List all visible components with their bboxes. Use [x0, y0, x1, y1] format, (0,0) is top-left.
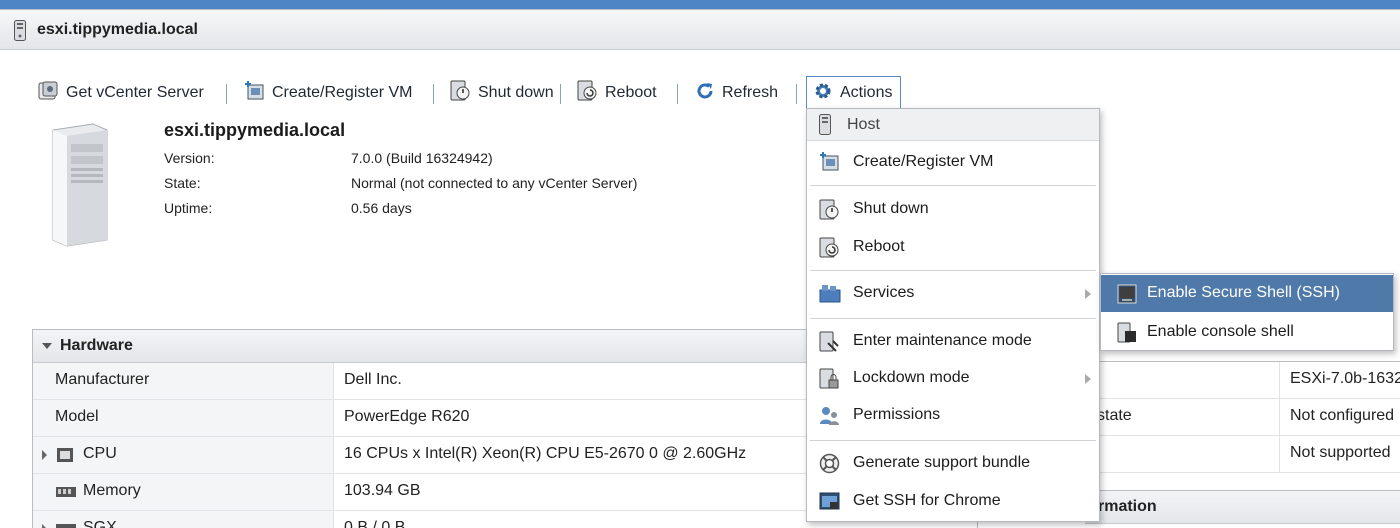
- gear-icon: [813, 81, 833, 106]
- expand-triangle-icon[interactable]: [42, 524, 47, 528]
- menu-header-host: Host: [807, 109, 1099, 141]
- memory-icon: [56, 485, 76, 504]
- actions-menu: Host Create/Register VM Shut down Reboot…: [806, 108, 1100, 522]
- panel-header[interactable]: rmation: [1085, 491, 1400, 524]
- refresh-button[interactable]: Refresh: [695, 76, 778, 110]
- refresh-icon: [695, 81, 715, 106]
- create-register-vm-button[interactable]: Create/Register VM: [244, 76, 413, 110]
- row-value: Dell Inc.: [344, 371, 402, 388]
- row-value: 16 CPUs x Intel(R) Xeon(R) CPU E5-2670 0…: [344, 445, 747, 462]
- maintenance-icon: [819, 331, 840, 357]
- menu-separator: [810, 185, 1096, 186]
- menu-separator: [810, 270, 1096, 271]
- server-tower-image: [45, 122, 111, 252]
- table-row: state Not configured: [1085, 399, 1400, 436]
- ssh-terminal-icon: [1117, 284, 1137, 309]
- top-accent-strip: [0, 0, 1400, 9]
- actions-button[interactable]: Actions: [806, 76, 902, 110]
- window-title: esxi.tippymedia.local: [37, 21, 198, 38]
- menu-item-reboot[interactable]: Reboot: [807, 229, 1099, 265]
- row-value: 0 B / 0 B: [344, 519, 406, 528]
- state-label: State:: [164, 175, 201, 191]
- table-row: Not supported: [1085, 436, 1400, 473]
- lifebuoy-icon: [819, 453, 840, 479]
- row-value: Not configured: [1290, 407, 1395, 424]
- menu-separator: [810, 318, 1096, 319]
- menu-item-lockdown-mode[interactable]: Lockdown mode: [807, 360, 1099, 396]
- toolbar-separator: [226, 84, 227, 104]
- expand-triangle-icon[interactable]: [42, 450, 47, 460]
- version-value: 7.0.0 (Build 16324942): [351, 150, 493, 166]
- configuration-panel: ESXi-7.0b-1632 state Not configured Not …: [1085, 361, 1400, 473]
- host-icon: [819, 114, 831, 139]
- toolbar-separator: [796, 84, 797, 104]
- reboot-button[interactable]: Reboot: [577, 76, 657, 110]
- vcenter-icon: [38, 81, 59, 106]
- host-icon: [14, 20, 26, 45]
- row-value: 103.94 GB: [344, 482, 421, 499]
- row-value: ESXi-7.0b-1632: [1290, 370, 1400, 387]
- menu-item-enable-ssh[interactable]: Enable Secure Shell (SSH): [1101, 275, 1393, 312]
- terminal-icon: [819, 491, 840, 516]
- uptime-label: Uptime:: [164, 200, 213, 216]
- toolbar-separator: [433, 84, 434, 104]
- row-value: PowerEdge R620: [344, 408, 470, 425]
- menu-separator: [810, 440, 1096, 441]
- console-icon: [1117, 322, 1137, 348]
- create-vm-icon: [244, 80, 265, 106]
- host-name: esxi.tippymedia.local: [164, 120, 346, 140]
- services-submenu: Enable Secure Shell (SSH) Enable console…: [1100, 273, 1394, 351]
- users-icon: [819, 405, 840, 431]
- menu-item-enable-console-shell[interactable]: Enable console shell: [1101, 314, 1393, 350]
- cpu-icon: [56, 447, 74, 468]
- reboot-icon: [577, 80, 598, 106]
- shut-down-icon: [450, 80, 471, 106]
- row-label: Memory: [83, 482, 141, 499]
- get-vcenter-button[interactable]: Get vCenter Server: [38, 76, 204, 110]
- row-label: SGX: [83, 519, 117, 528]
- toolbar-separator: [677, 84, 678, 104]
- toolbar-separator: [560, 84, 561, 104]
- window-titlebar: esxi.tippymedia.local: [0, 9, 1400, 50]
- create-vm-icon: [819, 152, 840, 177]
- menu-item-create-register-vm[interactable]: Create/Register VM: [807, 144, 1099, 180]
- menu-item-generate-support-bundle[interactable]: Generate support bundle: [807, 445, 1099, 481]
- toolbar: Get vCenter Server Create/Register VM Sh…: [0, 76, 1400, 110]
- row-label: Manufacturer: [55, 371, 150, 388]
- row-label: CPU: [83, 445, 117, 462]
- menu-item-shut-down[interactable]: Shut down: [807, 191, 1099, 227]
- uptime-value: 0.56 days: [351, 200, 412, 216]
- row-label: Model: [55, 408, 99, 425]
- submenu-arrow-icon: [1085, 374, 1091, 384]
- sgx-icon: [56, 522, 76, 528]
- menu-item-permissions[interactable]: Permissions: [807, 397, 1099, 433]
- system-information-panel: rmation: [1085, 490, 1400, 528]
- shut-down-icon: [819, 199, 840, 225]
- row-value: Not supported: [1290, 444, 1391, 461]
- table-row: ESXi-7.0b-1632: [1085, 362, 1400, 399]
- submenu-arrow-icon: [1085, 289, 1091, 299]
- menu-item-get-ssh-for-chrome[interactable]: Get SSH for Chrome: [807, 483, 1099, 519]
- menu-item-services[interactable]: Services: [807, 275, 1099, 311]
- lock-icon: [819, 368, 840, 394]
- menu-item-enter-maintenance-mode[interactable]: Enter maintenance mode: [807, 323, 1099, 359]
- collapse-triangle-icon[interactable]: [42, 343, 52, 349]
- services-icon: [819, 283, 841, 308]
- version-label: Version:: [164, 150, 215, 166]
- reboot-icon: [819, 237, 840, 263]
- row-label: state: [1097, 407, 1132, 424]
- shut-down-button[interactable]: Shut down: [450, 76, 554, 110]
- state-value: Normal (not connected to any vCenter Ser…: [351, 175, 638, 191]
